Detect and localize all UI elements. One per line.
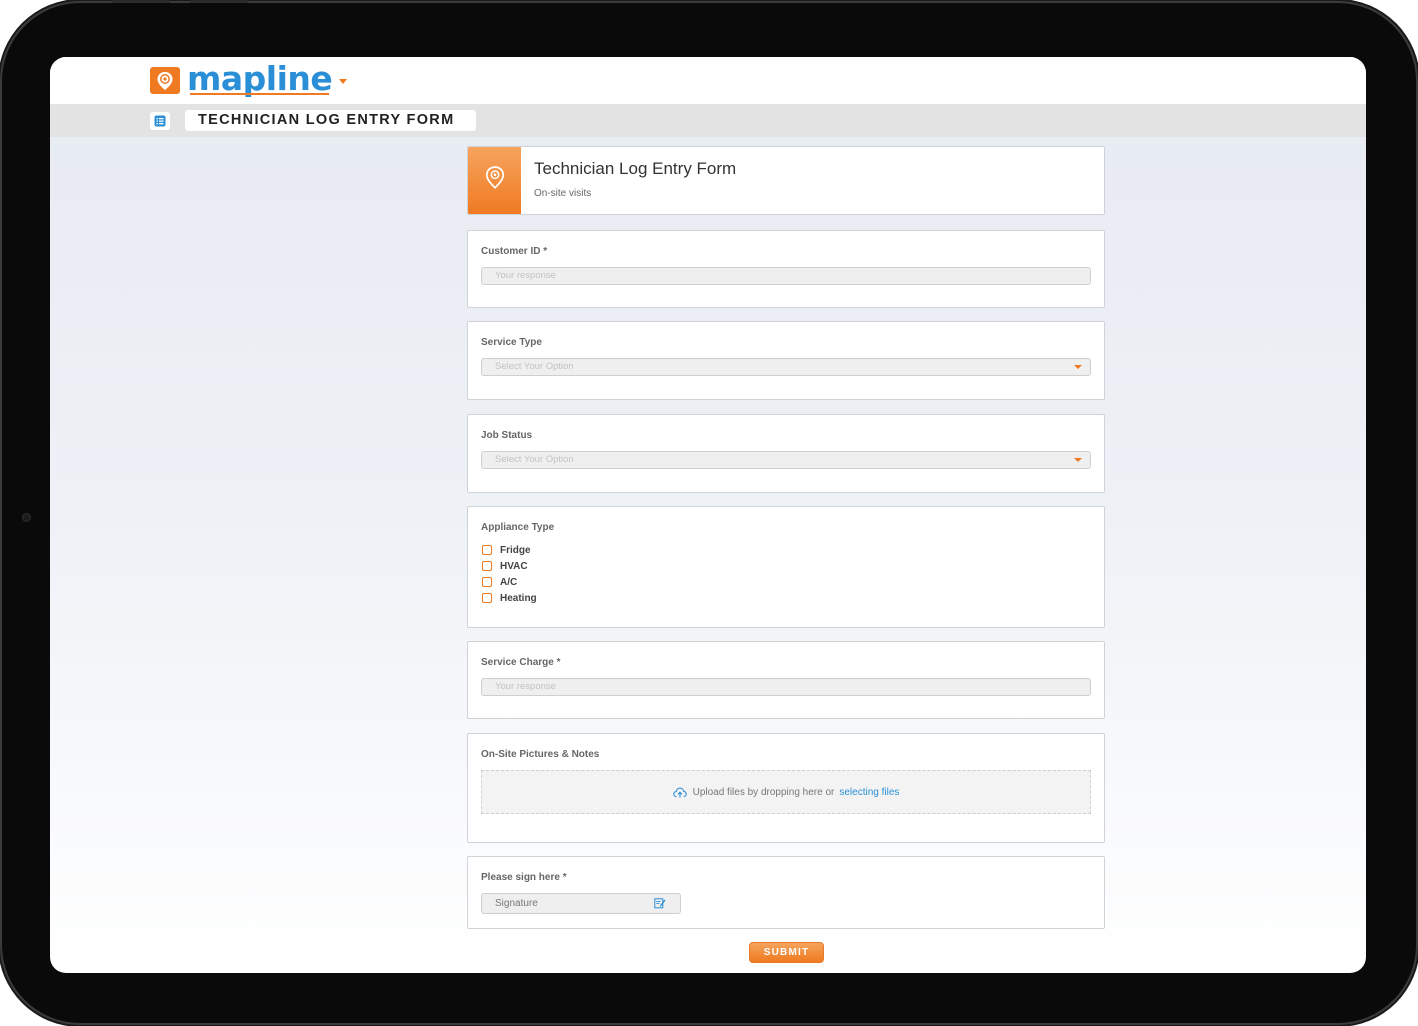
pictures-label: On-Site Pictures & Notes bbox=[481, 749, 600, 760]
job-status-select[interactable]: Select Your Option bbox=[481, 451, 1091, 469]
checkbox[interactable] bbox=[482, 577, 492, 587]
submit-button[interactable]: SUBMIT bbox=[749, 942, 824, 963]
map-pin-icon bbox=[485, 166, 505, 195]
chevron-down-icon[interactable] bbox=[339, 79, 347, 84]
upload-instructions: Upload files by dropping here or bbox=[692, 786, 835, 798]
list-icon[interactable] bbox=[150, 112, 170, 130]
cloud-upload-icon bbox=[672, 787, 687, 798]
service-charge-label: Service Charge * bbox=[481, 657, 561, 668]
customer-id-input[interactable]: Your response bbox=[481, 267, 1091, 285]
select-files-link[interactable]: selecting files bbox=[839, 787, 899, 798]
service-charge-input[interactable]: Your response bbox=[481, 678, 1091, 696]
file-dropzone[interactable]: Upload files by dropping here or selecti… bbox=[481, 770, 1091, 814]
page-header-bar: TECHNICIAN LOG ENTRY FORM bbox=[50, 104, 1366, 137]
form-header-accent bbox=[468, 147, 521, 214]
signature-card: Please sign here * Signature bbox=[467, 856, 1105, 929]
signature-field[interactable]: Signature bbox=[481, 893, 681, 914]
form-header-card: Technician Log Entry Form On-site visits bbox=[467, 146, 1105, 215]
checkbox[interactable] bbox=[482, 545, 492, 555]
checkbox[interactable] bbox=[482, 561, 492, 571]
checkbox-option-fridge[interactable]: Fridge bbox=[482, 543, 531, 557]
page-title: TECHNICIAN LOG ENTRY FORM bbox=[185, 110, 476, 131]
signature-label: Please sign here * bbox=[481, 872, 567, 883]
checkbox-label: A/C bbox=[500, 576, 518, 588]
service-type-select[interactable]: Select Your Option bbox=[481, 358, 1091, 376]
form-title: Technician Log Entry Form bbox=[534, 159, 737, 178]
checkbox[interactable] bbox=[482, 593, 492, 603]
service-type-card: Service Type Select Your Option bbox=[467, 321, 1105, 400]
customer-id-label: Customer ID * bbox=[481, 246, 548, 257]
chevron-down-icon[interactable] bbox=[1074, 365, 1082, 369]
customer-id-card: Customer ID * Your response bbox=[467, 230, 1105, 308]
signature-placeholder: Signature bbox=[495, 898, 538, 909]
top-bar: mapline bbox=[50, 57, 1366, 104]
checkbox-label: Heating bbox=[500, 592, 537, 604]
checkbox-option-heating[interactable]: Heating bbox=[482, 591, 537, 605]
edit-icon[interactable] bbox=[654, 897, 666, 916]
camera bbox=[22, 513, 31, 522]
chevron-down-icon[interactable] bbox=[1074, 458, 1082, 462]
logo-underline bbox=[190, 93, 329, 95]
form-subtitle: On-site visits bbox=[534, 188, 592, 199]
power-button bbox=[190, 0, 248, 3]
service-type-label: Service Type bbox=[481, 337, 542, 348]
service-type-placeholder: Select Your Option bbox=[495, 361, 574, 372]
screen: mapline TECHNICIAN LOG ENTRY FORM Techni… bbox=[50, 57, 1366, 973]
volume-button bbox=[112, 0, 170, 3]
appliance-type-label: Appliance Type bbox=[481, 522, 555, 533]
job-status-card: Job Status Select Your Option bbox=[467, 414, 1105, 493]
service-charge-card: Service Charge * Your response bbox=[467, 641, 1105, 719]
checkbox-label: Fridge bbox=[500, 544, 531, 556]
pictures-card: On-Site Pictures & Notes Upload files by… bbox=[467, 733, 1105, 843]
checkbox-option-ac[interactable]: A/C bbox=[482, 575, 517, 589]
job-status-label: Job Status bbox=[481, 430, 533, 441]
job-status-placeholder: Select Your Option bbox=[495, 454, 574, 465]
checkbox-option-hvac[interactable]: HVAC bbox=[482, 559, 528, 573]
appliance-type-card: Appliance Type Fridge HVAC A/C Heating bbox=[467, 506, 1105, 628]
checkbox-label: HVAC bbox=[500, 560, 528, 572]
map-pin-icon[interactable] bbox=[150, 67, 180, 94]
